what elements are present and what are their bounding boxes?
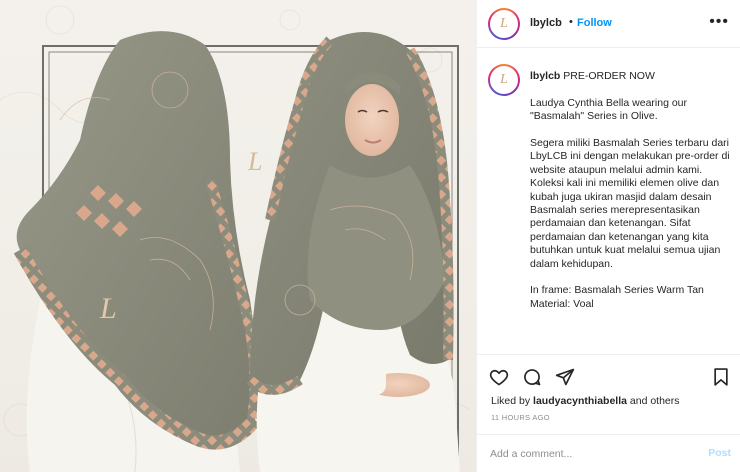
caption-username[interactable]: lbylcb [530, 70, 560, 82]
model-left: L [13, 31, 261, 472]
more-options-icon[interactable]: ••• [709, 13, 729, 31]
likes-summary: Liked by laudyacynthiabella and others [491, 395, 680, 407]
caption-paragraph-3: In frame: Basmalah Series Warm Tan Mater… [530, 284, 704, 310]
post-caption: lbylcb PRE-ORDER NOW Laudya Cynthia Bell… [530, 70, 730, 311]
avatar-logo: L [490, 10, 518, 38]
comment-input[interactable] [490, 446, 690, 462]
post-side-panel: L lbylcb • Follow ••• L lbylcb PRE-ORDER… [476, 0, 740, 472]
header-username[interactable]: lbylcb [530, 17, 562, 29]
monogram-logo: L [247, 147, 262, 176]
post-timestamp[interactable]: 11 HOURS AGO [491, 413, 550, 422]
comment-icon[interactable] [522, 367, 542, 387]
post-photo[interactable]: L L [0, 0, 476, 472]
likes-suffix[interactable]: and others [627, 395, 680, 407]
post-header: L lbylcb • Follow ••• [477, 0, 740, 48]
bookmark-icon[interactable] [711, 367, 731, 387]
caption-paragraph-2: Segera miliki Basmalah Series terbaru da… [530, 137, 730, 270]
likes-user-link[interactable]: laudyacynthiabella [533, 395, 627, 407]
scarf-monogram: L [99, 292, 117, 325]
photo-illustration: L L [0, 5, 471, 472]
share-icon[interactable] [555, 367, 575, 387]
caption-avatar[interactable]: L [488, 64, 520, 96]
model-right [246, 32, 460, 472]
caption-paragraph-1: Laudya Cynthia Bella wearing our "Basmal… [530, 96, 688, 123]
post-comment-button[interactable]: Post [708, 447, 731, 459]
heart-icon[interactable] [489, 367, 509, 387]
caption-avatar-logo: L [490, 66, 518, 94]
follow-button[interactable]: Follow [577, 17, 612, 29]
separator-dot: • [569, 16, 573, 28]
avatar[interactable]: L [488, 8, 520, 40]
likes-prefix: Liked by [491, 395, 534, 407]
comment-bar: Post [477, 434, 740, 472]
action-bar: Liked by laudyacynthiabella and others 1… [477, 354, 740, 434]
caption-headline: PRE-ORDER NOW [563, 70, 655, 82]
